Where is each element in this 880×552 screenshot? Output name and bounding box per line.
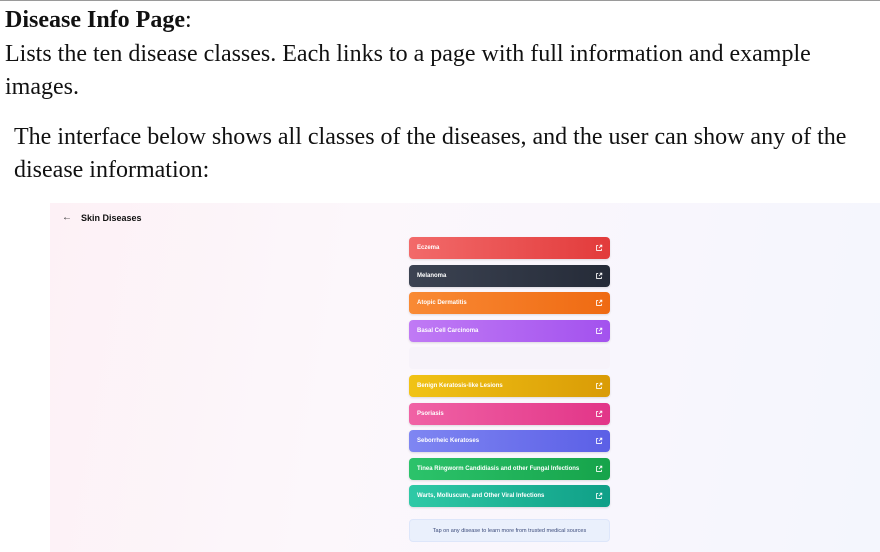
top-rule: [0, 0, 880, 1]
external-link-icon: [595, 465, 603, 473]
app-header: ← Skin Diseases: [62, 212, 142, 224]
disease-item-button[interactable]: Seborrheic Keratoses: [409, 430, 610, 452]
external-link-icon: [595, 327, 603, 335]
description-paragraph: Lists the ten disease classes. Each link…: [5, 41, 811, 100]
disease-item-button[interactable]: Warts, Molluscum, and Other Viral Infect…: [409, 485, 610, 507]
external-link-icon: [595, 492, 603, 500]
section-heading: Disease Info Page:: [5, 5, 192, 35]
disease-item-button[interactable]: Atopic Dermatitis: [409, 292, 610, 314]
external-link-icon: [595, 382, 603, 390]
external-link-icon: [595, 437, 603, 445]
footer-note: Tap on any disease to learn more from tr…: [409, 519, 610, 542]
disease-item-button[interactable]: Eczema: [409, 237, 610, 259]
disease-item-label: Eczema: [417, 245, 440, 251]
skin-diseases-app-screenshot: ← Skin Diseases Eczema Melanoma Atopic Der…: [50, 203, 880, 552]
disease-item-label: Tinea Ringworm Candidiasis and other Fun…: [417, 466, 580, 472]
heading-colon: :: [184, 7, 192, 33]
external-link-icon: [595, 272, 603, 280]
interface-intro-paragraph: The interface below shows all classes of…: [14, 124, 847, 183]
arrow-left-icon[interactable]: ←: [62, 212, 72, 224]
disease-item-label: Psoriasis: [417, 411, 444, 417]
disease-item-button: [409, 347, 610, 369]
disease-item-label: Atopic Dermatitis: [417, 300, 467, 306]
external-link-icon: [595, 244, 603, 252]
disease-item-label: Seborrheic Keratoses: [417, 438, 480, 444]
disease-item-button[interactable]: Benign Keratosis-like Lesions: [409, 375, 610, 397]
disease-item-button[interactable]: Psoriasis: [409, 403, 610, 425]
disease-item-button[interactable]: Basal Cell Carcinoma: [409, 320, 610, 342]
disease-item-label: Warts, Molluscum, and Other Viral Infect…: [417, 493, 545, 499]
disease-item-button[interactable]: Melanoma: [409, 265, 610, 287]
external-link-icon: [595, 299, 603, 307]
disease-item-label: Melanoma: [417, 273, 447, 279]
disease-item-button[interactable]: Tinea Ringworm Candidiasis and other Fun…: [409, 458, 610, 480]
disease-item-label: Benign Keratosis-like Lesions: [417, 383, 503, 389]
heading-text: Disease Info Page: [5, 7, 185, 33]
disease-item-label: Basal Cell Carcinoma: [417, 328, 479, 334]
external-link-icon: [595, 410, 603, 418]
document-page: Disease Info Page: Lists the ten disease…: [0, 0, 880, 552]
app-title: Skin Diseases: [81, 213, 142, 223]
